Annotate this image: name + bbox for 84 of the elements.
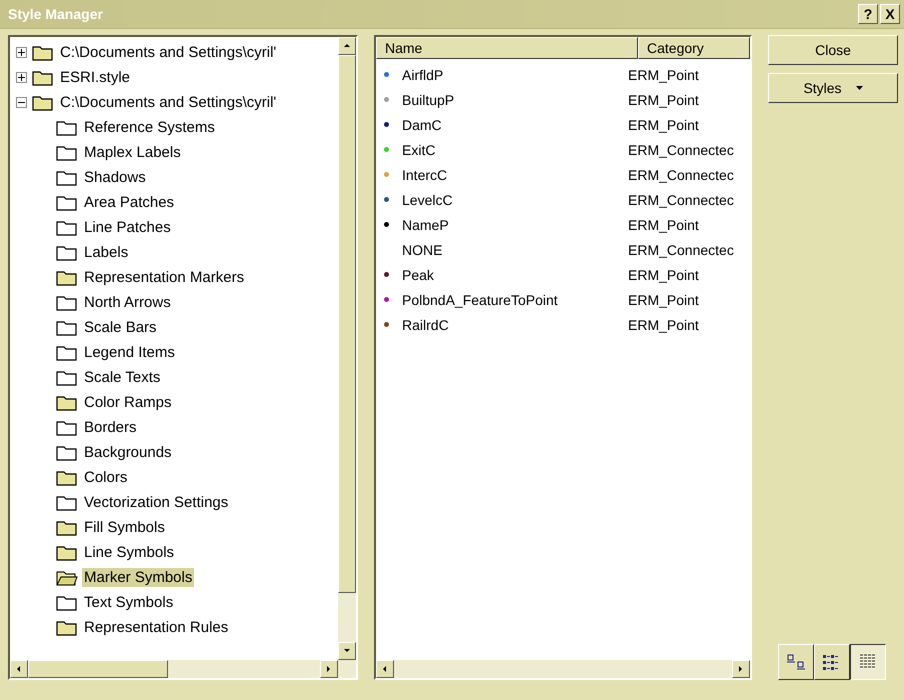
folder-icon [56, 144, 78, 162]
tree-item[interactable]: Representation Markers [82, 268, 246, 287]
table-cell[interactable]: BuiltupP [402, 92, 628, 108]
tree-item[interactable]: Line Patches [82, 218, 173, 237]
table-cell[interactable]: PolbndA_FeatureToPoint [402, 292, 628, 308]
tree-item[interactable]: Labels [82, 243, 130, 262]
tree-item[interactable]: Representation Rules [82, 618, 230, 637]
folder-icon [56, 244, 78, 262]
tree-item[interactable]: Line Symbols [82, 543, 176, 562]
table-cell[interactable]: NameP [402, 216, 628, 232]
close-button[interactable]: Close [768, 35, 898, 65]
window-title: Style Manager [8, 6, 104, 22]
table-cell[interactable]: ERM_Connectec [628, 166, 738, 182]
table-cell[interactable]: ERM_Point [628, 316, 738, 332]
tree-item[interactable]: ESRI.style [58, 68, 132, 87]
help-button[interactable]: ? [858, 4, 878, 24]
folder-icon [56, 544, 78, 562]
expand-icon[interactable] [16, 72, 27, 83]
table-cell[interactable]: ERM_Connectec [628, 192, 738, 208]
table-cell[interactable]: ERM_Point [628, 66, 738, 82]
folder-icon [56, 518, 78, 536]
folder-icon [56, 218, 78, 236]
expand-icon[interactable] [16, 47, 27, 58]
folder-icon [32, 44, 54, 62]
view-toggle-button[interactable] [850, 644, 886, 680]
folder-icon [32, 94, 54, 112]
tree-item[interactable]: Fill Symbols [82, 518, 167, 537]
tree-item[interactable]: Reference Systems [82, 118, 217, 137]
tree-item[interactable]: Shadows [82, 168, 148, 187]
tree-item[interactable]: Text Symbols [82, 593, 176, 612]
tree-item[interactable]: C:\Documents and Settings\cyril' [58, 43, 278, 62]
table-cell[interactable]: Peak [402, 266, 628, 282]
tree-item[interactable]: Vectorization Settings [82, 493, 230, 512]
tree-item[interactable]: Scale Texts [82, 368, 162, 387]
table-cell[interactable]: DamC [402, 116, 628, 132]
table-cell[interactable]: ERM_Point [628, 292, 738, 308]
column-header[interactable]: Category [638, 37, 750, 59]
table-cell[interactable]: ERM_Point [628, 216, 738, 232]
table-cell[interactable]: AirfldP [402, 66, 628, 82]
folder-icon [56, 444, 78, 462]
folder-icon [56, 168, 78, 186]
folder-icon [56, 394, 78, 412]
folder-icon [56, 618, 78, 636]
table-cell[interactable]: ERM_Connectec [628, 242, 738, 258]
table-cell[interactable]: ERM_Point [628, 92, 738, 108]
tree-item[interactable]: Colors [82, 468, 130, 487]
tree-item[interactable]: Maplex Labels [82, 143, 183, 162]
tree-item[interactable]: Legend Items [82, 343, 177, 362]
folder-icon [56, 468, 78, 486]
table-cell[interactable]: ERM_Point [628, 266, 738, 282]
table-cell[interactable]: ERM_Point [628, 116, 738, 132]
folder-icon [56, 294, 78, 312]
open-folder-icon [56, 568, 78, 586]
close-window-button[interactable]: X [880, 4, 900, 24]
table-cell[interactable]: LevelcC [402, 192, 628, 208]
tree-item[interactable]: Borders [82, 418, 139, 437]
folder-icon [56, 368, 78, 386]
folder-icon [56, 194, 78, 212]
folder-icon [56, 418, 78, 436]
folder-icon [56, 594, 78, 612]
tree-item[interactable]: Backgrounds [82, 443, 174, 462]
tree-item[interactable]: C:\Documents and Settings\cyril' [58, 93, 278, 112]
folder-icon [56, 318, 78, 336]
large-icons-icon [786, 653, 806, 671]
tree-item[interactable]: Color Ramps [82, 393, 174, 412]
folder-icon [56, 494, 78, 512]
tree-item[interactable]: Marker Symbols [82, 568, 194, 587]
collapse-icon[interactable] [16, 97, 27, 108]
column-header[interactable]: Name [376, 37, 638, 59]
caret-icon [856, 86, 863, 90]
table-cell[interactable]: IntercC [402, 166, 628, 182]
table-cell[interactable]: ERM_Connectec [628, 142, 738, 158]
scroll-thumb[interactable] [28, 660, 168, 678]
tree-item[interactable]: North Arrows [82, 293, 173, 312]
folder-icon [56, 344, 78, 362]
folder-icon [32, 68, 54, 86]
tree-item[interactable]: Scale Bars [82, 318, 159, 337]
table-cell[interactable]: NONE [402, 242, 628, 258]
folder-icon [56, 118, 78, 136]
tree-item[interactable]: Area Patches [82, 193, 176, 212]
styles-menu-button[interactable]: Styles [768, 73, 898, 103]
table-cell[interactable]: ExitC [402, 142, 628, 158]
table-cell[interactable]: RailrdC [402, 316, 628, 332]
folder-icon [56, 268, 78, 286]
